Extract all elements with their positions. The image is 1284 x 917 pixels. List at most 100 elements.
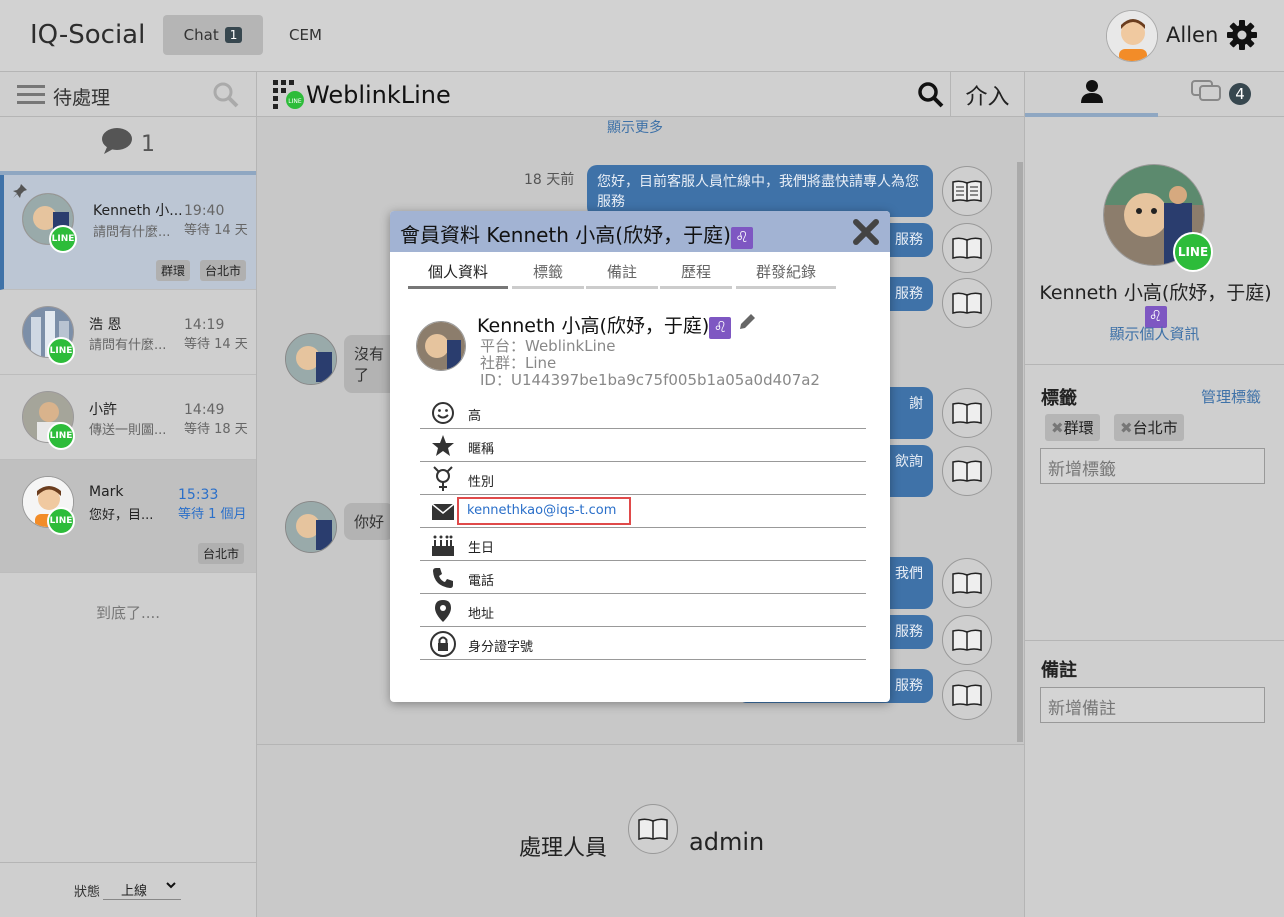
tab-chat[interactable]: Chat 1 (163, 15, 263, 55)
field-email[interactable]: kennethkao@iqs-t.com (467, 503, 616, 518)
member-platform: 平台：WeblinkLine (480, 337, 616, 355)
handler-name: admin (689, 828, 765, 856)
conversation-preview: 傳送一則圖... (89, 423, 167, 438)
tab-broadcast-log[interactable]: 群發紀錄 (736, 261, 836, 289)
profile-panel: 4 LINE Kenneth 小高(欣妤，于庭)♌ 顯示個人資訊 標籤 管理標籤… (1024, 72, 1284, 917)
conversation-item[interactable]: LINE Kenneth 小... 請問有什麼... 19:40 等待 14 天… (0, 175, 256, 290)
left-header: 待處理 (0, 72, 256, 117)
line-badge-icon: LINE (49, 225, 77, 253)
book-icon[interactable] (942, 223, 992, 273)
conversation-preview: 您好，目... (89, 508, 154, 523)
field-nickname: 暱稱 (468, 442, 495, 457)
tag-chip[interactable]: ✖台北市 (1114, 414, 1184, 441)
conversation-time: 15:33 (178, 487, 219, 503)
book-icon[interactable] (942, 388, 992, 438)
conversation-count-badge: 4 (1229, 83, 1251, 105)
intervene-button[interactable]: 介入 (950, 72, 1024, 117)
tab-profile[interactable] (1025, 72, 1158, 117)
search-icon[interactable] (917, 81, 945, 113)
conversation-preview: 請問有什麼... (89, 338, 167, 353)
book-icon[interactable] (628, 804, 678, 854)
show-profile-link[interactable]: 顯示個人資訊 (1025, 323, 1284, 344)
line-badge-icon: LINE (47, 507, 75, 535)
show-more-link[interactable]: 顯示更多 (607, 117, 663, 137)
tab-cem[interactable]: CEM (289, 26, 322, 44)
leo-zodiac-icon: ♌ (730, 227, 753, 249)
line-badge-icon: LINE (47, 337, 75, 365)
conversation-list-panel: 待處理 1 LINE Kenneth 小... 請問有什麼... 19:40 等… (0, 72, 257, 917)
book-icon[interactable] (942, 558, 992, 608)
add-tag-input[interactable]: 新增標籤 (1040, 448, 1265, 484)
person-icon (1079, 78, 1105, 108)
status-select[interactable]: 上線 (103, 878, 181, 900)
field-name-row[interactable]: 高 (420, 396, 866, 429)
user-name: Allen (1166, 23, 1219, 47)
field-id-number-row[interactable]: 身分證字號 (420, 627, 866, 660)
search-icon[interactable] (212, 81, 240, 113)
member-id: ID：U144397be1ba9c75f005b1a05a0d407a2 (480, 371, 820, 389)
field-gender-row[interactable]: 性別 (420, 462, 866, 495)
pin-icon (12, 183, 28, 203)
conversation-name: Kenneth 小... (93, 203, 183, 219)
member-community: 社群：Line (480, 354, 557, 372)
member-meta: 平台：WeblinkLine 社群：Line ID：U144397be1ba9c… (480, 338, 820, 389)
tab-personal-info[interactable]: 個人資料 (408, 261, 508, 289)
message-bubble: 您好，目前客服人員忙線中，我們將盡快請專人為您服務 (587, 165, 933, 217)
map-pin-icon (430, 598, 456, 624)
tab-tags[interactable]: 標籤 (512, 261, 584, 289)
conversation-item[interactable]: LINE Mark 您好，目... 15:33 等待 1 個月 台北市 (0, 460, 256, 573)
settings-gear-icon[interactable] (1226, 19, 1258, 55)
book-icon[interactable] (942, 615, 992, 665)
field-birthday-row[interactable]: 生日 (420, 528, 866, 561)
message-bubble: 你好 (344, 503, 394, 540)
field-birthday: 生日 (468, 541, 495, 556)
book-icon[interactable] (942, 166, 992, 216)
status-label: 狀態 (74, 885, 101, 900)
close-icon[interactable] (852, 218, 880, 250)
conversation-item[interactable]: LINE 浩 恩 請問有什麼... 14:19 等待 14 天 (0, 290, 256, 375)
field-email-row[interactable]: kennethkao@iqs-t.com (420, 495, 866, 528)
contact-name: Kenneth 小高(欣妤，于庭)♌ (1033, 282, 1278, 328)
handler-label: 處理人員 (519, 836, 608, 861)
member-profile-modal: 會員資料 Kenneth 小高(欣妤，于庭) ♌ 個人資料 標籤 備註 歷程 群發… (390, 211, 890, 702)
chat-header: LINE WeblinkLine 介入 (257, 72, 1024, 117)
conversation-wait: 等待 14 天 (184, 337, 248, 352)
phone-icon (430, 565, 456, 591)
top-bar: IQ-Social Chat 1 CEM Allen (0, 0, 1284, 72)
tag-chip[interactable]: ✖群環 (1045, 414, 1100, 441)
divider (1025, 364, 1284, 365)
add-note-input[interactable]: 新增備註 (1040, 687, 1265, 723)
notes-title: 備註 (1041, 660, 1077, 681)
conversation-item[interactable]: LINE 小許 傳送一則圖... 14:49 等待 18 天 (0, 375, 256, 460)
field-nickname-row[interactable]: 暱稱 (420, 429, 866, 462)
remove-tag-icon[interactable]: ✖ (1120, 419, 1133, 437)
app-title: IQ-Social (30, 20, 146, 50)
conversation-wait: 等待 18 天 (184, 422, 248, 437)
book-icon[interactable] (942, 446, 992, 496)
field-phone-row[interactable]: 電話 (420, 561, 866, 594)
field-address-row[interactable]: 地址 (420, 594, 866, 627)
conversation-preview: 請問有什麼... (93, 225, 171, 240)
avatar (285, 501, 337, 553)
tab-history[interactable]: 歷程 (660, 261, 732, 289)
edit-pencil-icon[interactable] (737, 314, 757, 337)
chat-bubbles-icon (1191, 80, 1223, 108)
conversation-name: 小許 (89, 402, 117, 418)
field-name: 高 (468, 409, 482, 424)
tag-chip-label: 群環 (1063, 419, 1094, 437)
book-icon[interactable] (942, 670, 992, 720)
menu-icon[interactable] (17, 84, 45, 110)
contact-name-text: Kenneth 小高(欣妤，于庭) (1039, 282, 1272, 304)
manage-tags-link[interactable]: 管理標籤 (1201, 386, 1261, 407)
tab-conversations[interactable]: 4 (1158, 72, 1284, 117)
user-avatar[interactable] (1106, 10, 1158, 62)
leo-zodiac-icon: ♌ (709, 317, 732, 339)
unread-indicator: 1 (0, 117, 256, 175)
list-end-text: 到底了.... (95, 604, 161, 622)
book-icon[interactable] (942, 278, 992, 328)
scrollbar[interactable] (1017, 162, 1023, 742)
conversation-name: Mark (89, 484, 124, 500)
tab-notes[interactable]: 備註 (586, 261, 658, 289)
remove-tag-icon[interactable]: ✖ (1051, 419, 1064, 437)
field-phone: 電話 (468, 574, 495, 589)
